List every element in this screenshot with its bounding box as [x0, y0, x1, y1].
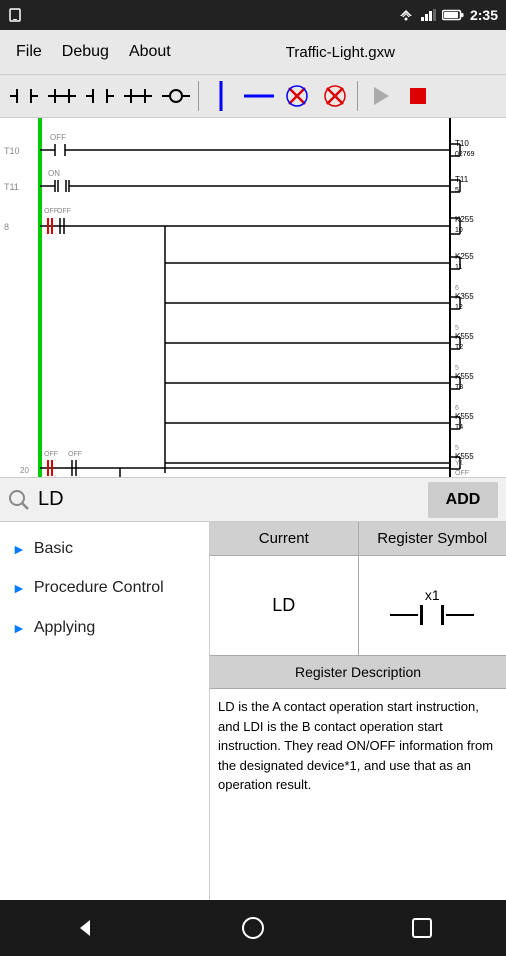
svg-text:OFF: OFF: [455, 470, 469, 477]
contact-left-line: [390, 614, 418, 616]
contact-symbol: [390, 605, 474, 625]
ladder-diagram: T10 OFF T10 02769 T11 ON T11 5 8: [0, 118, 506, 478]
svg-text:11: 11: [455, 264, 462, 271]
svg-text:OFF: OFF: [44, 208, 58, 215]
separator1: [198, 81, 199, 111]
svg-text:OFF: OFF: [68, 451, 82, 458]
svg-text:ON: ON: [48, 169, 60, 178]
sidebar: ► Basic ► Procedure Control ► Applying: [0, 522, 210, 900]
th-current: Current: [210, 522, 359, 555]
svg-text:T4: T4: [455, 424, 463, 431]
svg-text:OFF: OFF: [57, 208, 71, 215]
register-symbol-display: x1: [390, 587, 474, 625]
nc-contact-btn[interactable]: [44, 78, 80, 114]
contact-bar-left: [420, 605, 423, 625]
svg-text:T3: T3: [455, 384, 463, 391]
chevron-procedure: ►: [12, 580, 26, 596]
status-bar: 2:35: [0, 0, 506, 30]
bottom-panel: ► Basic ► Procedure Control ► Applying C…: [0, 522, 506, 900]
menu-debug[interactable]: Debug: [54, 39, 117, 65]
menu-bar: File Debug About Traffic-Light.gxw: [0, 30, 506, 74]
table-body: LD x1: [210, 556, 506, 656]
toolbar: [0, 74, 506, 118]
right-content: Current Register Symbol LD x1: [210, 522, 506, 900]
contact-right-line: [446, 614, 474, 616]
table-header: Current Register Symbol: [210, 522, 506, 556]
coil-btn[interactable]: [158, 78, 194, 114]
svg-text:20: 20: [20, 466, 29, 475]
nav-recents-button[interactable]: [397, 903, 447, 953]
td-register-symbol: x1: [359, 556, 506, 655]
search-bar: ADD: [0, 478, 506, 522]
stop-btn[interactable]: [400, 78, 436, 114]
horizontal-line-btn[interactable]: [241, 78, 277, 114]
svg-text:6: 6: [455, 405, 459, 412]
clock: 2:35: [470, 7, 498, 23]
separator2: [357, 81, 358, 111]
nav-bar: [0, 900, 506, 956]
vertical-line-btn[interactable]: [203, 78, 239, 114]
svg-text:K255: K255: [455, 215, 474, 224]
status-icons: 2:35: [398, 7, 498, 23]
sidebar-procedure-label: Procedure Control: [34, 578, 164, 599]
th-register-symbol: Register Symbol: [359, 522, 506, 555]
no-contact2-btn[interactable]: [82, 78, 118, 114]
search-input[interactable]: [38, 484, 420, 516]
sidebar-item-procedure-control[interactable]: ► Procedure Control: [0, 568, 209, 609]
contact-bar-right: [441, 605, 444, 625]
svg-text:6: 6: [455, 285, 459, 292]
svg-text:10: 10: [455, 227, 463, 234]
svg-text:Y1: Y1: [455, 460, 464, 467]
svg-text:T11: T11: [4, 182, 19, 192]
svg-text:5: 5: [455, 445, 459, 452]
play-btn[interactable]: [362, 78, 398, 114]
search-icon: [8, 489, 30, 511]
status-left: [8, 8, 22, 22]
no-contact-btn[interactable]: [6, 78, 42, 114]
svg-text:12: 12: [455, 304, 463, 311]
svg-text:5: 5: [455, 325, 459, 332]
svg-text:T2: T2: [455, 344, 463, 351]
chevron-applying: ►: [12, 620, 26, 636]
delete-horizontal-btn[interactable]: [317, 78, 353, 114]
td-current-value: LD: [210, 556, 359, 655]
svg-text:5: 5: [455, 365, 459, 372]
symbol-x1-label: x1: [425, 587, 440, 603]
sidebar-item-applying[interactable]: ► Applying: [0, 609, 209, 647]
menu-about[interactable]: About: [121, 39, 179, 65]
file-title: Traffic-Light.gxw: [183, 44, 498, 61]
svg-text:OFF: OFF: [44, 451, 58, 458]
svg-text:02769: 02769: [455, 151, 475, 158]
nav-back-button[interactable]: [59, 903, 109, 953]
sidebar-basic-label: Basic: [34, 540, 73, 558]
svg-text:5: 5: [455, 187, 459, 194]
nc-contact2-btn[interactable]: [120, 78, 156, 114]
register-description-header: Register Description: [210, 656, 506, 689]
sidebar-applying-label: Applying: [34, 619, 95, 637]
diagram-area: T10 OFF T10 02769 T11 ON T11 5 8: [0, 118, 506, 478]
chevron-basic: ►: [12, 541, 26, 557]
register-description-body: LD is the A contact operation start inst…: [210, 689, 506, 803]
svg-text:T10: T10: [4, 146, 20, 156]
svg-text:OFF: OFF: [50, 133, 66, 142]
sidebar-item-basic[interactable]: ► Basic: [0, 530, 209, 568]
menu-file[interactable]: File: [8, 39, 50, 65]
delete-vertical-btn[interactable]: [279, 78, 315, 114]
add-button[interactable]: ADD: [428, 482, 498, 518]
panel-content: ► Basic ► Procedure Control ► Applying C…: [0, 522, 506, 900]
svg-text:8: 8: [4, 222, 9, 232]
nav-home-button[interactable]: [228, 903, 278, 953]
